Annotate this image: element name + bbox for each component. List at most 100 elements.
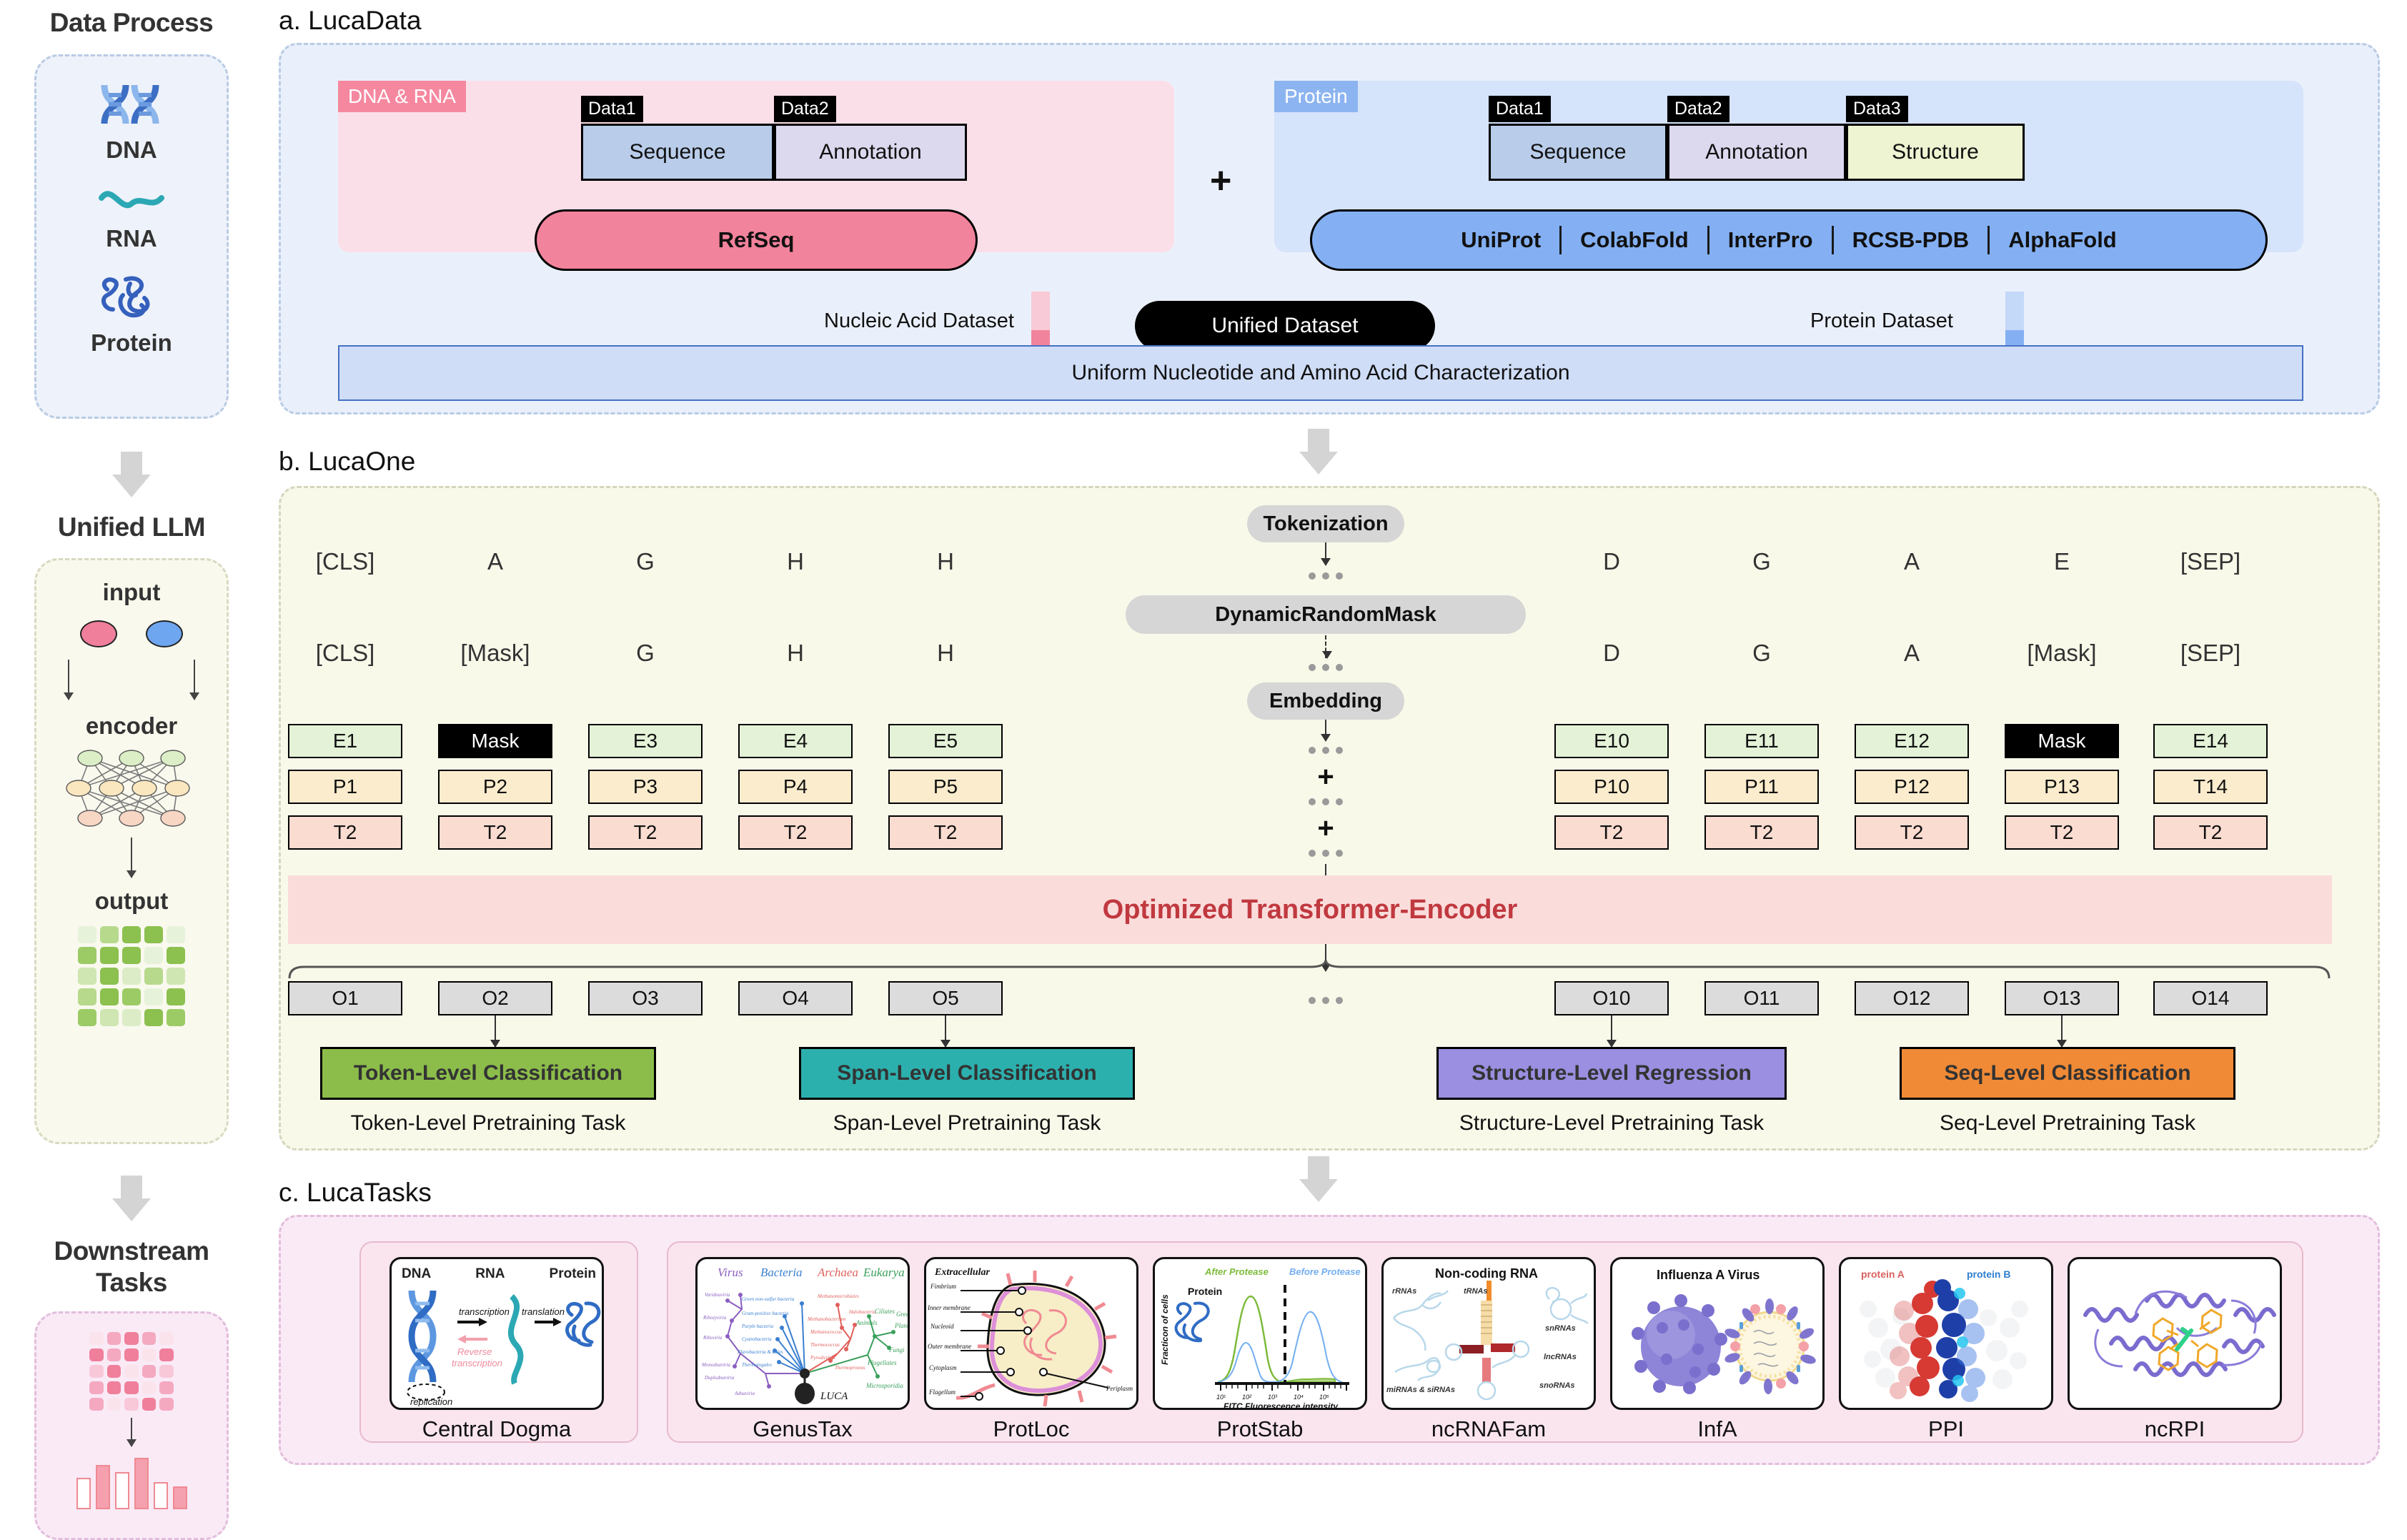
protstab-ylabel: Fracticon of cells — [1160, 1294, 1170, 1365]
task-box-token-level[interactable]: Token-Level Classification — [320, 1047, 656, 1100]
output-brace-icon — [288, 960, 2331, 979]
protloc-part-cytoplasm: Cytoplasm — [929, 1364, 957, 1371]
left-rail: Data Process DNA RNA Protein Unified LLM… — [0, 0, 263, 1540]
protein-source-rcsb-pdb[interactable]: RCSB-PDB — [1834, 227, 1988, 253]
protein-fold-icon — [36, 274, 227, 321]
token-post-5: D — [1603, 640, 1620, 666]
protstab-xtick-0: 10¹ — [1216, 1394, 1226, 1401]
output-o-6: O11 — [1704, 981, 1819, 1015]
task-box-structure-level[interactable]: Structure-Level Regression — [1436, 1047, 1787, 1100]
pipeline-tokenization-label: Tokenization — [1263, 512, 1389, 535]
card-caption-ncrpi: ncRPI — [2144, 1416, 2205, 1441]
rail-arrow-2-icon — [112, 1176, 151, 1222]
rail-item-label-dna: DNA — [106, 136, 157, 163]
token-post-4: H — [937, 640, 954, 666]
card-caption-protloc: ProtLoc — [993, 1416, 1070, 1441]
input-arrow-right-icon — [189, 660, 199, 701]
central-dogma-annotation-reverse: Reverse — [457, 1346, 492, 1357]
card-caption-central-dogma: Central Dogma — [422, 1416, 572, 1441]
ncrnafam-class-trnas: tRNAs — [1464, 1287, 1488, 1296]
output-o-9: O14 — [2153, 981, 2268, 1015]
thumb-ncrpi — [2068, 1257, 2282, 1410]
card-genustax[interactable]: Virus Bacteria Archaea Eukarya LUCA Vari… — [695, 1257, 910, 1442]
central-dogma-header-rna: RNA — [475, 1266, 505, 1281]
genustax-taxon-thermococcus: Thermococcus — [810, 1342, 840, 1348]
card-infa[interactable]: Influenza A Virus InfA — [1610, 1257, 1825, 1442]
token-post-7: A — [1903, 640, 1920, 666]
genustax-root-label: LUCA — [820, 1391, 848, 1402]
nucleic-data-cell-annotation: Data2 Annotation — [774, 96, 967, 181]
token-post-0: [CLS] — [315, 640, 375, 666]
protein-data-cell-2-text: Annotation — [1705, 140, 1808, 164]
protein-data-cell-3-text: Structure — [1892, 140, 1979, 164]
protloc-part-flagellum: Flagellum — [928, 1389, 956, 1396]
task-caption-token-level: Token-Level Pretraining Task — [350, 1111, 626, 1135]
genustax-taxon-methanomicrobiales: Methanomicrobiales — [817, 1293, 859, 1299]
card-caption-genustax: GenusTax — [753, 1416, 853, 1441]
downstream-tasks-box — [34, 1311, 229, 1540]
uniform-characterization-bar: Uniform Nucleotide and Amino Acid Charac… — [338, 345, 2303, 401]
rail-section-title-data-process: Data Process — [49, 8, 214, 37]
token-pre-8: E — [2053, 548, 2070, 575]
pipeline-embedding-label: Embedding — [1269, 689, 1382, 712]
output-o-1: O2 — [438, 981, 552, 1015]
embed-e-6: E11 — [1704, 724, 1819, 758]
pipeline-plus-2: + — [1317, 813, 1334, 844]
card-protstab[interactable]: After Protease Before Protease Protein F… — [1153, 1257, 1367, 1442]
output-o-5: O10 — [1554, 981, 1669, 1015]
protloc-part-outer-membrane: Outer membrane — [928, 1343, 971, 1350]
genustax-taxon-pyrodictium: Pyrodictium — [810, 1355, 835, 1361]
optimized-transformer-encoder-bar: Optimized Transformer-Encoder — [288, 875, 2332, 944]
genustax-taxon-green: Green — [896, 1311, 910, 1318]
token-pre-9: [SEP] — [2180, 548, 2241, 575]
genustax-taxon-animals: Animals — [855, 1319, 878, 1326]
embed-t-2: T2 — [588, 815, 703, 850]
genustax-taxon-purple: Purple bacteria — [741, 1323, 774, 1329]
embed-t-8: T2 — [2005, 815, 2119, 850]
protstab-xtick-1: 10² — [1242, 1394, 1252, 1401]
refseq-source-pill[interactable]: RefSeq — [535, 209, 978, 271]
pipeline-dots-4-icon — [1309, 798, 1343, 805]
panel-a-lucadata: DNA & RNA Data1 Sequence Data2 Annotatio… — [279, 43, 2380, 414]
pipeline-dots-5-icon — [1309, 850, 1343, 857]
embed-e-8: Mask — [2005, 724, 2119, 758]
card-ppi[interactable]: protein A protein B PPI — [1839, 1257, 2053, 1442]
protloc-part-fimbrium: Fimbrium — [930, 1283, 957, 1290]
svg-text:transcription: transcription — [452, 1358, 502, 1368]
card-ncrpi[interactable]: ncRPI — [2068, 1257, 2282, 1442]
pipeline-plus-1: + — [1317, 761, 1334, 793]
protein-data-cell-1-text: Sequence — [1529, 140, 1627, 164]
embed-t-5: T2 — [1554, 815, 1669, 850]
embed-p-5: P10 — [1554, 770, 1669, 804]
protein-source-interpro[interactable]: InterPro — [1709, 227, 1832, 253]
embed-e-3: E4 — [738, 724, 853, 758]
card-protloc[interactable]: Extracellular Fimbrium Inner membrane Nu… — [924, 1257, 1138, 1442]
genustax-taxon-green-non-sulfur: Green non-sulfur bacteria — [742, 1296, 795, 1302]
thumb-protstab: After Protease Before Protease Protein F… — [1153, 1257, 1367, 1410]
token-post-2: G — [636, 640, 655, 666]
protstab-legend-before: Before Protease — [1289, 1266, 1361, 1277]
embed-p-1: P2 — [438, 770, 552, 804]
protein-source-uniprot[interactable]: UniProt — [1442, 227, 1559, 253]
output-o-7: O12 — [1855, 981, 1969, 1015]
panel-c-label: c. LucaTasks — [279, 1178, 432, 1207]
output-o-4: O5 — [888, 981, 1003, 1015]
unified-dataset-capsule: Unified Dataset — [1135, 301, 1435, 351]
task-arrow-4-icon — [2057, 1015, 2067, 1048]
embed-t-6: T2 — [1704, 815, 1819, 850]
card-ncrnafam[interactable]: Non-coding RNA rRNAs tRNAs snRNAs lncRNA… — [1381, 1257, 1596, 1442]
card-central-dogma[interactable]: DNA RNA Protein transcription translatio… — [389, 1257, 604, 1442]
protein-source-colabfold[interactable]: ColabFold — [1562, 227, 1707, 253]
protein-source-alphafold[interactable]: AlphaFold — [1990, 227, 2135, 253]
rail-arrow-1-icon — [112, 451, 151, 497]
card-caption-ppi: PPI — [1928, 1416, 1964, 1441]
genustax-domain-archaea: Archaea — [817, 1266, 858, 1279]
embed-e-1: Mask — [438, 724, 552, 758]
embed-p-8: P13 — [2005, 770, 2119, 804]
protloc-part-periplasm: Periplasm — [1106, 1385, 1133, 1392]
task-box-seq-level[interactable]: Seq-Level Classification — [1900, 1047, 2235, 1100]
protein-sources-pill[interactable]: UniProt ColabFold InterPro RCSB-PDB Alph… — [1310, 209, 2268, 271]
protein-data-cell-sequence: Data1 Sequence — [1489, 96, 1667, 181]
embed-p-6: P11 — [1704, 770, 1819, 804]
task-box-span-level[interactable]: Span-Level Classification — [799, 1047, 1135, 1100]
